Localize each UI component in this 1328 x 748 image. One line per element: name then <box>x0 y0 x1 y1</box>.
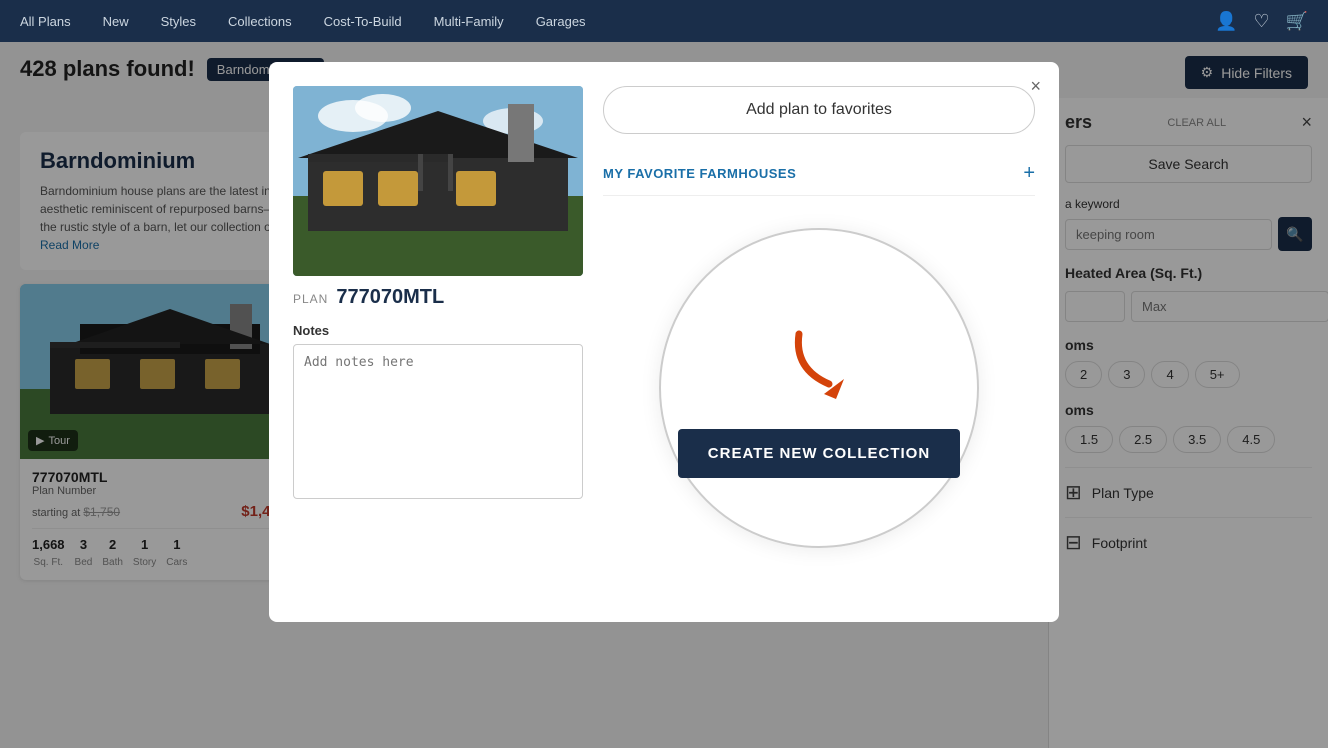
modal-overlay: × <box>0 42 1328 748</box>
nav-new[interactable]: New <box>103 14 129 29</box>
add-collection-plus-button[interactable]: + <box>1023 162 1035 185</box>
plan-label: PLAN <box>293 292 328 306</box>
nav-icons: 👤 ♡ 🛒 <box>1215 11 1308 32</box>
modal-plan-image <box>293 86 583 276</box>
arrow-down-icon <box>774 319 864 409</box>
notes-textarea[interactable] <box>293 344 583 499</box>
user-icon[interactable]: 👤 <box>1215 11 1237 32</box>
nav-garages[interactable]: Garages <box>536 14 586 29</box>
page-content: 428 plans found! Barndominium × ⚙ Hide F… <box>0 42 1328 748</box>
my-favorites-label: MY FAVORITE FARMHOUSES <box>603 166 796 181</box>
add-favorites-button[interactable]: Add plan to favorites <box>603 86 1035 134</box>
zoom-circle: CREATE NEW COLLECTION <box>659 228 979 548</box>
nav-styles[interactable]: Styles <box>161 14 196 29</box>
modal-right-panel: Add plan to favorites MY FAVORITE FARMHO… <box>603 86 1035 598</box>
zoom-circle-area: CREATE NEW COLLECTION <box>649 218 989 558</box>
heart-icon[interactable]: ♡ <box>1253 11 1269 32</box>
nav-multi-family[interactable]: Multi-Family <box>434 14 504 29</box>
create-collection-button[interactable]: CREATE NEW COLLECTION <box>678 429 960 478</box>
my-favorites-row: MY FAVORITE FARMHOUSES + <box>603 152 1035 196</box>
favorites-modal: × <box>269 62 1059 622</box>
nav-cost-to-build[interactable]: Cost-To-Build <box>324 14 402 29</box>
modal-close-button[interactable]: × <box>1030 76 1041 97</box>
nav-all-plans[interactable]: All Plans <box>20 14 71 29</box>
modal-left-panel: PLAN 777070MTL Notes <box>293 86 583 598</box>
cart-icon[interactable]: 🛒 <box>1286 11 1308 32</box>
nav-bar: All Plans New Styles Collections Cost-To… <box>0 0 1328 42</box>
plan-number: 777070MTL <box>336 286 444 309</box>
modal-plan-number-row: PLAN 777070MTL <box>293 286 583 309</box>
notes-label: Notes <box>293 323 583 338</box>
nav-collections[interactable]: Collections <box>228 14 292 29</box>
